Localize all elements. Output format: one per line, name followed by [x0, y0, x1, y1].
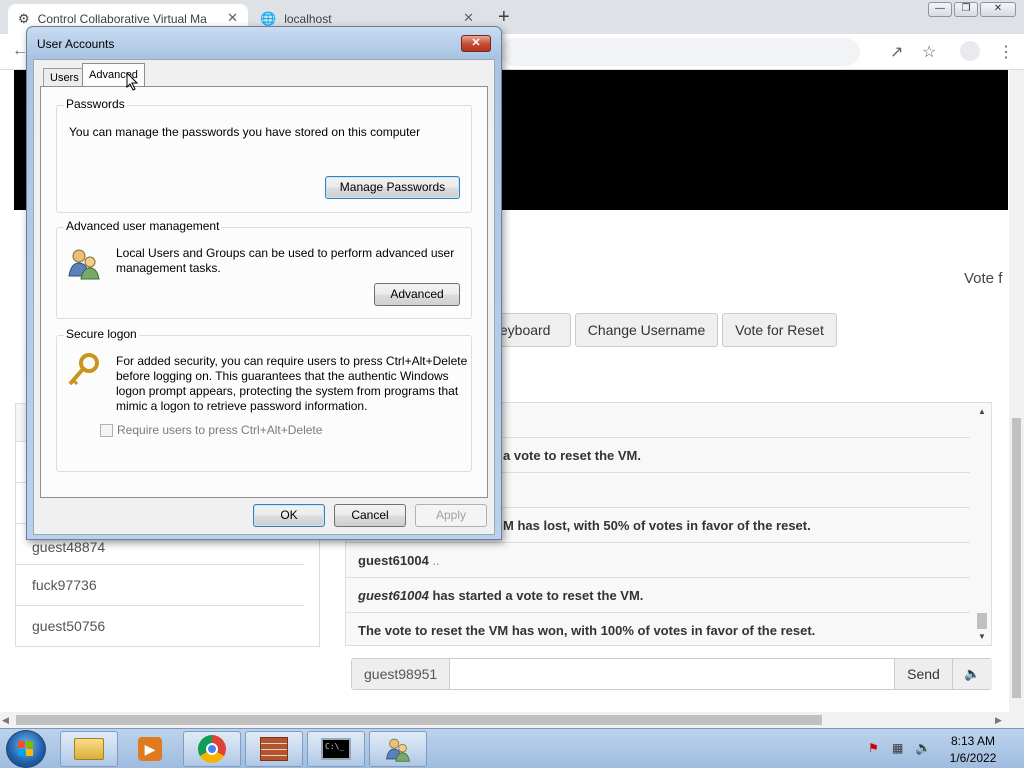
command-prompt-taskbar-button[interactable]: C:\_	[307, 731, 365, 767]
chat-text: M has lost, with 50% of votes in favor o…	[503, 518, 811, 533]
media-player-icon: ▶	[138, 737, 162, 761]
firewall-icon	[260, 737, 288, 761]
scroll-down-arrow-icon[interactable]: ▼	[978, 632, 986, 641]
chat-text: ..	[428, 553, 440, 568]
tab-title: Control Collaborative Virtual Ma	[37, 12, 207, 26]
send-button[interactable]: Send	[894, 659, 952, 689]
chat-scrollbar[interactable]: ▲ ▼	[974, 403, 991, 645]
clock-date[interactable]: 1/6/2022	[946, 751, 1000, 765]
dialog-title: User Accounts	[37, 37, 115, 51]
tab-favicon-icon: ⚙	[18, 11, 30, 26]
secure-logon-label: Secure logon	[64, 327, 139, 341]
firewall-taskbar-button[interactable]	[245, 731, 303, 767]
command-prompt-icon: C:\_	[321, 738, 351, 760]
advanced-user-management-description: Local Users and Groups can be used to pe…	[116, 246, 455, 275]
url-input[interactable]	[500, 38, 860, 66]
list-item[interactable]: guest50756	[16, 606, 304, 646]
start-button[interactable]	[6, 730, 46, 768]
chat-text: a vote to reset the VM.	[503, 448, 641, 463]
explorer-taskbar-button[interactable]	[60, 731, 118, 767]
globe-icon: 🌐	[260, 11, 277, 26]
passwords-group-label: Passwords	[64, 97, 127, 111]
speaker-icon[interactable]: 🔈	[952, 659, 992, 689]
tab-close-icon[interactable]: ✕	[227, 10, 238, 26]
user-accounts-dialog: User Accounts ✕ Users Advanced Passwords…	[26, 26, 502, 540]
tab-title: localhost	[284, 12, 332, 26]
user-accounts-taskbar-button[interactable]	[369, 731, 427, 767]
scroll-up-arrow-icon[interactable]: ▲	[978, 407, 986, 416]
cancel-button[interactable]: Cancel	[334, 504, 406, 527]
passwords-description: You can manage the passwords you have st…	[69, 125, 421, 139]
chat-scroll-thumb[interactable]	[977, 613, 987, 629]
apply-button[interactable]: Apply	[415, 504, 487, 527]
tab-close-icon[interactable]: ✕	[463, 10, 474, 26]
bookmark-star-icon[interactable]: ☆	[922, 42, 936, 62]
vote-status-label: Vote f	[964, 270, 1003, 287]
page-horizontal-scrollbar[interactable]: ◀ ▶	[0, 712, 1024, 728]
page-hscroll-thumb[interactable]	[16, 715, 822, 725]
advanced-user-management-group: Advanced user management Local Users and…	[56, 219, 472, 319]
key-icon	[65, 352, 101, 388]
advanced-tab-panel: Passwords You can manage the passwords y…	[40, 86, 488, 498]
users-icon	[385, 736, 411, 762]
chat-username: guest61004	[358, 588, 429, 603]
scroll-right-arrow-icon[interactable]: ▶	[995, 715, 1002, 726]
chat-input-bar: guest98951 Send 🔈	[351, 658, 992, 690]
chat-message-input[interactable]	[450, 659, 894, 689]
network-icon[interactable]: ▦	[892, 741, 903, 755]
chat-username: guest61004	[358, 553, 429, 568]
window-close-button[interactable]: ✕	[980, 2, 1016, 17]
volume-icon[interactable]: 🔈	[915, 740, 931, 756]
clock-time[interactable]: 8:13 AM	[948, 734, 998, 748]
new-tab-button[interactable]: +	[498, 6, 510, 29]
manage-passwords-button[interactable]: Manage Passwords	[325, 176, 460, 199]
page-vertical-scrollbar[interactable]	[1009, 70, 1024, 712]
chrome-taskbar-button[interactable]	[183, 731, 241, 767]
restore-button[interactable]: ❐	[954, 2, 978, 17]
minimize-button[interactable]: —	[928, 2, 952, 17]
advanced-button[interactable]: Advanced	[374, 283, 460, 306]
chat-message: guest61004 ..	[346, 543, 970, 578]
ctrl-alt-delete-checkbox[interactable]	[100, 424, 113, 437]
dialog-body: Users Advanced Passwords You can manage …	[33, 59, 495, 535]
chat-username-label: guest98951	[352, 659, 450, 689]
menu-kebab-icon[interactable]: ⋮	[998, 42, 1014, 62]
secure-logon-description: For added security, you can require user…	[116, 354, 468, 413]
share-icon[interactable]: ↗	[890, 42, 903, 62]
windows-taskbar: ▶ C:\_ ⚑ ▦ 🔈 8:13 AM 1/6/2022	[0, 728, 1024, 768]
media-player-taskbar-button[interactable]: ▶	[121, 731, 179, 767]
ctrl-alt-delete-checkbox-label: Require users to press Ctrl+Alt+Delete	[117, 423, 323, 437]
passwords-group: Passwords You can manage the passwords y…	[56, 97, 472, 213]
chat-message: guest61004 has started a vote to reset t…	[346, 578, 970, 613]
secure-logon-group: Secure logon For added security, you can…	[56, 327, 472, 472]
chrome-icon	[198, 735, 226, 763]
scroll-left-arrow-icon[interactable]: ◀	[2, 715, 9, 726]
mouse-cursor-icon	[126, 71, 139, 96]
vote-for-reset-button[interactable]: Vote for Reset	[722, 313, 837, 347]
folder-icon	[74, 738, 104, 760]
ok-button[interactable]: OK	[253, 504, 325, 527]
chat-text: The vote to reset the VM has won, with 1…	[358, 623, 816, 638]
list-item[interactable]: fuck97736	[16, 565, 304, 606]
profile-avatar-icon[interactable]	[960, 41, 980, 61]
advanced-user-management-label: Advanced user management	[64, 219, 222, 233]
page-scroll-thumb[interactable]	[1012, 418, 1021, 698]
chat-message: The vote to reset the VM has won, with 1…	[346, 613, 970, 645]
dialog-close-button[interactable]: ✕	[461, 35, 491, 52]
change-username-button[interactable]: Change Username	[575, 313, 718, 347]
users-group-icon	[67, 246, 101, 280]
chat-text: has started a vote to reset the VM.	[428, 588, 644, 603]
action-center-flag-icon[interactable]: ⚑	[868, 741, 879, 755]
tab-users[interactable]: Users	[43, 68, 86, 87]
